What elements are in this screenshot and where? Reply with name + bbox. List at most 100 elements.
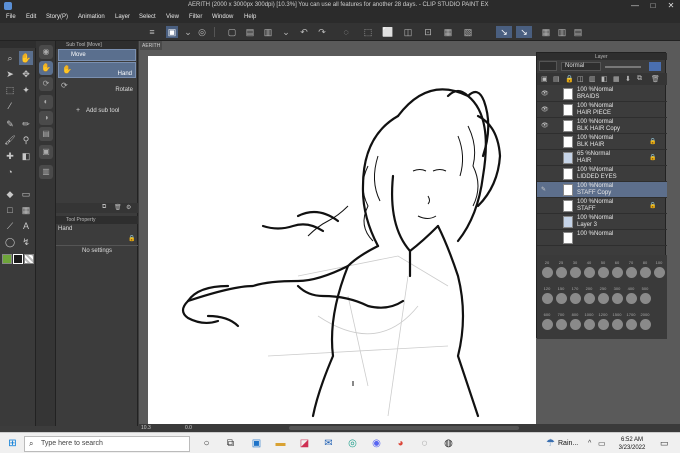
eye-icon[interactable]: 👁 [541, 122, 549, 129]
brush-size-dot[interactable] [598, 293, 609, 304]
chevron-down-icon[interactable]: ⌄ [182, 26, 194, 38]
layer-ref-icon[interactable]: ◫ [577, 75, 584, 83]
fill-icon[interactable]: ▦ [442, 26, 454, 38]
mail-icon[interactable]: ✉ [322, 437, 335, 450]
zoom-icon[interactable]: ⌕ [3, 51, 17, 65]
angle-readout[interactable]: 0.0 [185, 425, 192, 431]
menu-animation[interactable]: Animation [78, 14, 105, 20]
layer-color-button[interactable] [539, 61, 557, 71]
frame-icon[interactable]: ▦ [19, 203, 33, 217]
brush-size-dot[interactable] [584, 293, 595, 304]
figure-icon[interactable]: □ [3, 203, 17, 217]
weather-text[interactable]: Rain... [558, 440, 578, 447]
ruler-icon[interactable]: ⟋ [3, 219, 17, 233]
subtool-item-hand[interactable]: ✋ Hand [58, 62, 136, 78]
brush-size-dot[interactable] [542, 293, 553, 304]
brush-size-dot[interactable] [654, 267, 665, 278]
fill-icon[interactable]: ◆ [3, 187, 17, 201]
layout-icon[interactable]: ▥ [556, 26, 568, 38]
ruler-icon[interactable]: ▧ [462, 26, 474, 38]
chevron-down-icon[interactable]: ⌄ [280, 26, 292, 38]
brush-size-dot[interactable] [626, 267, 637, 278]
edge-icon[interactable]: ◎ [346, 437, 359, 450]
menu-view[interactable]: View [166, 14, 179, 20]
rotate-group-icon[interactable]: ⟳ [39, 77, 53, 91]
brush-size-dot[interactable] [584, 319, 595, 330]
zoom-readout[interactable]: 10.3 [141, 425, 151, 431]
app-icon[interactable]: ◪ [298, 437, 311, 450]
brush-size-dot[interactable] [556, 267, 567, 278]
cortana-icon[interactable]: ○ [200, 437, 213, 450]
notification-icon[interactable]: ▭ [660, 438, 669, 449]
menu-file[interactable]: File [6, 14, 16, 20]
layer-row[interactable]: 100 %Normal BLK HAIR 🔒 [537, 134, 667, 150]
layer-row-selected[interactable]: ✎ 100 %Normal STAFF Copy [537, 182, 667, 198]
lock-icon[interactable]: 🔒 [649, 138, 656, 145]
hand-icon[interactable]: ✋ [19, 51, 33, 65]
auto-select-icon[interactable]: ✦ [19, 83, 33, 97]
brush-size-dot[interactable] [626, 319, 637, 330]
layer-row[interactable]: 100 %Normal [537, 230, 667, 246]
menu-filter[interactable]: Filter [189, 14, 202, 20]
layer-draft-icon[interactable]: ▥ [589, 75, 596, 83]
eye-icon[interactable]: 👁 [541, 90, 549, 97]
airbrush-icon[interactable]: ⚲ [19, 133, 33, 147]
lock-icon[interactable]: 🔒 [649, 154, 656, 161]
menu-edit[interactable]: Edit [26, 14, 36, 20]
subtool-item-move[interactable]: Move [58, 49, 136, 61]
brush-size-dot[interactable] [570, 293, 581, 304]
brush-size-dot[interactable] [598, 319, 609, 330]
brush-size-dot[interactable] [556, 293, 567, 304]
settings-icon[interactable]: ◎ [196, 26, 208, 38]
brush-size-dot[interactable] [556, 319, 567, 330]
layer-row[interactable]: 👁 100 %Normal BRAIDS [537, 86, 667, 102]
lock-icon[interactable]: 🔒 [128, 235, 135, 242]
task-view-icon[interactable]: ⧉ [224, 437, 237, 450]
eraser-icon[interactable]: ◧ [19, 149, 33, 163]
menu-help[interactable]: Help [244, 14, 256, 20]
layer-lock-icon[interactable]: 🔒 [565, 75, 574, 83]
horizontal-scrollbar[interactable] [289, 426, 519, 430]
open-icon[interactable]: ▢ [226, 26, 238, 38]
layer-mode-icon[interactable] [649, 62, 661, 71]
brush-mode-icon[interactable]: ↘ [516, 26, 532, 38]
lock-icon[interactable]: 🔒 [649, 202, 656, 209]
deselect-icon[interactable]: ⬜ [382, 26, 394, 38]
brush-size-dot[interactable] [626, 293, 637, 304]
clip-studio-icon[interactable]: ◌ [418, 437, 431, 450]
chevron-up-icon[interactable]: ^ [588, 440, 591, 447]
network-icon[interactable]: ▭ [598, 439, 606, 448]
menu-window[interactable]: Window [212, 14, 233, 20]
layer-delete-icon[interactable]: 🗑 [651, 75, 660, 83]
layer-merge-icon[interactable]: ⬇ [625, 75, 631, 83]
file-explorer-icon[interactable]: ▬ [274, 437, 287, 450]
brush-size-dot[interactable] [542, 267, 553, 278]
brush-size-dot[interactable] [542, 319, 553, 330]
brush-size-dot[interactable] [598, 267, 609, 278]
text-icon[interactable]: A [19, 219, 33, 233]
brush-size-dot[interactable] [570, 319, 581, 330]
layer-clip-icon[interactable]: ▤ [553, 75, 560, 83]
menu-icon[interactable]: ≡ [146, 26, 158, 38]
panel-icon[interactable]: ▤ [572, 26, 584, 38]
gradient-icon[interactable]: ▭ [19, 187, 33, 201]
pen-icon[interactable]: ✎ [541, 186, 546, 193]
brush-size-dot[interactable] [584, 267, 595, 278]
eyedropper-icon[interactable]: ⁄ [3, 99, 17, 113]
brush-size-dot[interactable] [612, 267, 623, 278]
transparent-color-swatch[interactable] [24, 254, 34, 264]
pencil-icon[interactable]: ✏ [19, 117, 33, 131]
export-icon[interactable]: ▥ [262, 26, 274, 38]
weather-icon[interactable]: ☂ [544, 437, 557, 450]
palette-icon[interactable]: ◐ [39, 95, 53, 109]
menu-select[interactable]: Select [139, 14, 156, 20]
history-icon[interactable]: ▤ [39, 127, 53, 141]
layer-row[interactable]: 100 %Normal LIDDED EYES [537, 166, 667, 182]
blend-mode-select[interactable]: Normal [561, 62, 601, 71]
canvas-paper[interactable] [148, 56, 536, 424]
grid-icon[interactable]: ▦ [540, 26, 552, 38]
store-icon[interactable]: ▣ [250, 437, 263, 450]
brush-size-dot[interactable] [640, 267, 651, 278]
search-box[interactable]: ⌕ Type here to search [24, 436, 190, 452]
blend-icon[interactable]: ◔ [3, 165, 17, 179]
